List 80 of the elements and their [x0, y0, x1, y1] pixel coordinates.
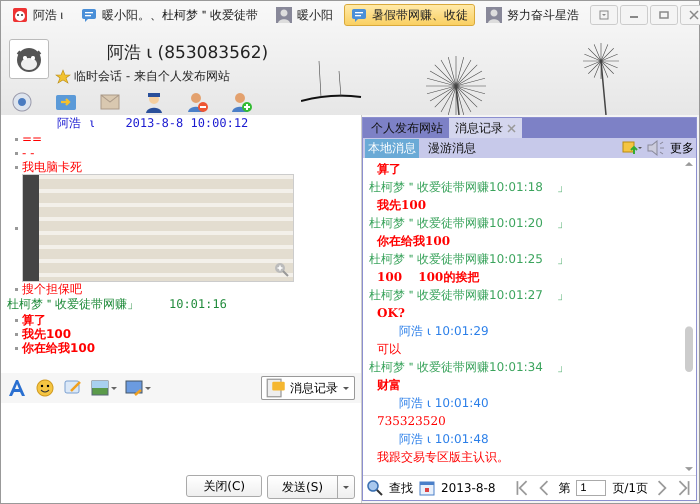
quote-mark: 」 [556, 215, 569, 232]
screenshot-thumbnail[interactable] [22, 174, 294, 282]
message-header: 杜柯梦＂收爱徒带网赚10:01:20 [369, 215, 543, 232]
font-icon[interactable] [7, 378, 27, 398]
message-time: 2013-8-8 10:00:12 [125, 115, 248, 132]
chat-tab[interactable]: 努力奋斗星浩 [479, 4, 586, 26]
find-link[interactable]: 查找 [389, 480, 413, 496]
message-text: 你在给我100 [377, 234, 450, 248]
chat-tab[interactable]: 阿浩 ι [5, 4, 70, 26]
caret-icon [342, 384, 350, 392]
message-text: 我先100 [22, 327, 72, 341]
chat-bubble-icon [351, 7, 367, 23]
message-text: 算了 [377, 162, 401, 176]
chat-tab[interactable]: 暑假带网赚、收徒 [344, 4, 475, 26]
message-text: 我先100 [377, 198, 426, 212]
sender-name: 杜柯梦＂收爱徒带网赚」 [7, 296, 139, 313]
calendar-icon[interactable] [419, 480, 435, 496]
quote-mark: 」 [556, 287, 569, 304]
page-label: 第 [558, 480, 570, 496]
message-header: 阿浩 ι 10:01:48 [398, 431, 490, 448]
quote-mark: 」 [556, 251, 569, 268]
camera-icon[interactable] [11, 91, 33, 113]
cat-avatar-icon[interactable] [9, 39, 49, 79]
quote-mark: 」 [556, 359, 569, 376]
message-history-button[interactable]: 消息记录 [261, 376, 355, 400]
message-text: 财富 [377, 378, 401, 392]
message-text: == [22, 132, 42, 146]
police-officer-icon[interactable] [143, 91, 165, 113]
minimize-icon[interactable] [620, 5, 648, 25]
chat-bubble-icon [81, 7, 97, 23]
last-page-icon[interactable] [676, 480, 692, 496]
screen-capture-icon[interactable] [125, 378, 151, 398]
message-text: 搜个担保吧 [22, 282, 82, 296]
message-source-tab[interactable]: 漫游消息 [425, 138, 479, 158]
quote-mark: 」 [556, 179, 569, 196]
message-text: 735323520 [377, 414, 446, 428]
date-text[interactable]: 2013-8-8 [441, 481, 496, 495]
message-text: 100 100的挨把 [377, 270, 480, 284]
export-icon[interactable] [622, 140, 642, 156]
search-icon[interactable] [367, 480, 383, 496]
cat-avatar-icon [12, 7, 28, 23]
dropdown-icon[interactable] [590, 5, 618, 25]
message-text: 我电脑卡死 [22, 160, 82, 174]
message-text: 我跟交易专区版主认识。 [377, 450, 509, 464]
message-header: 杜柯梦＂收爱徒带网赚10:01:25 [369, 251, 543, 268]
zoom-in-icon[interactable] [273, 261, 289, 277]
message-header: 杜柯梦＂收爱徒带网赚10:01:18 [369, 179, 543, 196]
session-subtitle: 临时会话 - 来自个人发布网站 [74, 68, 230, 85]
message-header: 阿浩 ι 10:01:29 [398, 323, 490, 340]
user-avatar-icon [276, 7, 292, 23]
message-header: 阿浩 ι 10:01:40 [398, 395, 490, 412]
message-text: OK? [377, 306, 405, 320]
page-number-field[interactable]: 1 [576, 480, 606, 496]
panel-tab[interactable]: 个人发布网站 [365, 118, 449, 138]
remove-user-icon[interactable] [187, 91, 209, 113]
message-text: 你在给我100 [22, 341, 96, 355]
panel-tab[interactable]: 消息记录 [449, 118, 522, 138]
user-avatar-icon [486, 7, 502, 23]
chat-tab[interactable]: 暖小阳。、杜柯梦＂收爱徒带 [74, 4, 265, 26]
message-time: 10:01:16 [169, 296, 227, 313]
message-text: - - [22, 146, 34, 160]
more-link[interactable]: 更多 [670, 140, 694, 156]
chat-tab[interactable]: 暖小阳 [269, 4, 340, 26]
add-user-icon[interactable] [231, 91, 253, 113]
message-text: 可以 [377, 342, 401, 356]
page-count: 页/1页 [612, 480, 648, 496]
message-header: 杜柯梦＂收爱徒带网赚10:01:27 [369, 287, 543, 304]
chat-log-icon [266, 378, 286, 398]
speaker-icon[interactable] [646, 140, 666, 156]
sender-name: 阿浩 ι [57, 115, 96, 132]
star-icon [55, 68, 71, 84]
contact-name: 阿浩 ι (853083562) [107, 42, 268, 64]
close-button[interactable]: 关闭(C) [186, 475, 262, 497]
close-icon[interactable] [680, 5, 700, 25]
picture-icon[interactable] [91, 378, 117, 398]
message-text: 算了 [22, 313, 46, 327]
smiley-icon[interactable] [35, 378, 55, 398]
maximize-icon[interactable] [650, 5, 678, 25]
close-icon[interactable] [507, 124, 516, 132]
message-header: 杜柯梦＂收爱徒带网赚10:01:34 [369, 359, 543, 376]
